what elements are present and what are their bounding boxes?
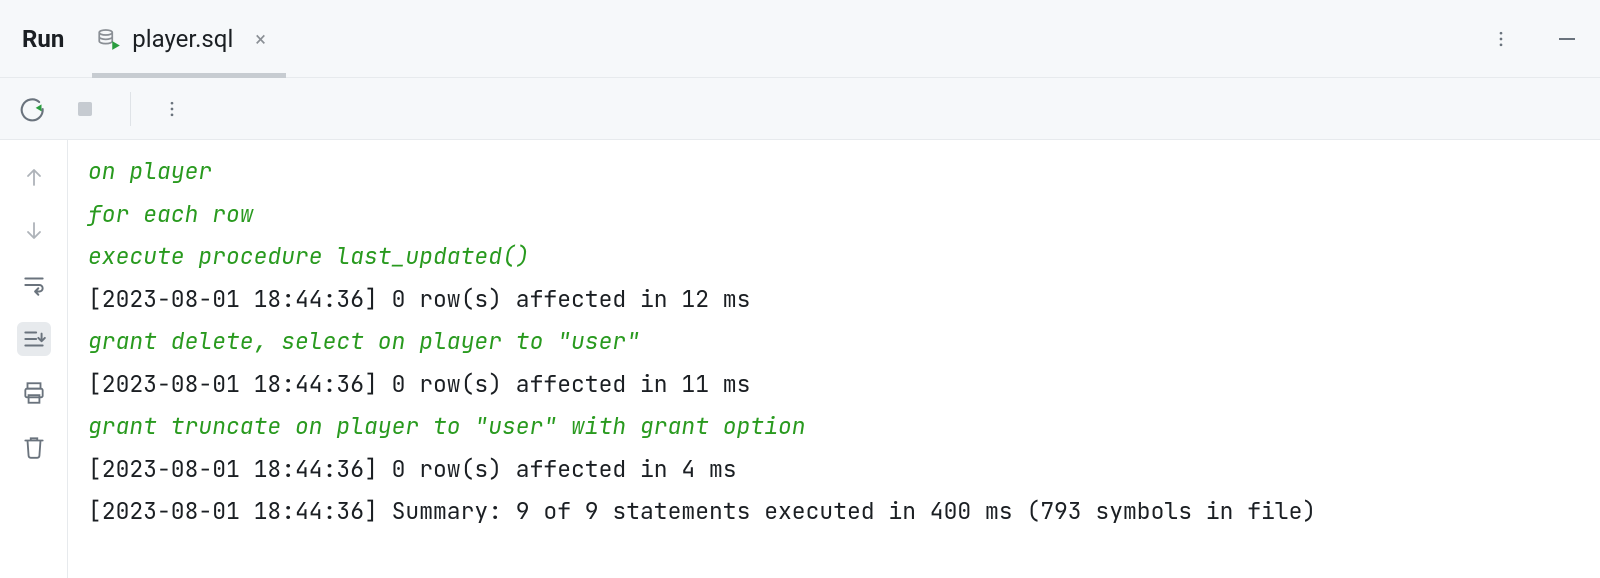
active-tab-indicator xyxy=(92,73,286,78)
sql-line: on player xyxy=(88,150,1580,193)
tab-label: player.sql xyxy=(132,25,233,53)
arrow-up-icon[interactable] xyxy=(17,160,51,194)
tool-window-header: Run player.sql × xyxy=(0,0,1600,78)
tool-window-title: Run xyxy=(0,25,64,53)
more-icon[interactable] xyxy=(1484,22,1518,56)
close-icon[interactable]: × xyxy=(255,27,266,51)
toolbar-separator xyxy=(130,92,131,126)
sql-line: grant delete, select on player to "user" xyxy=(88,320,1580,363)
sql-line: for each row xyxy=(88,193,1580,236)
scroll-to-end-icon[interactable] xyxy=(17,322,51,356)
log-line: [2023-08-01 18:44:36] 0 row(s) affected … xyxy=(88,448,1580,491)
soft-wrap-icon[interactable] xyxy=(17,268,51,302)
print-icon[interactable] xyxy=(17,376,51,410)
log-line: [2023-08-01 18:44:36] Summary: 9 of 9 st… xyxy=(88,490,1580,533)
sql-line: execute procedure last_updated() xyxy=(88,235,1580,278)
side-toolbar xyxy=(0,140,68,578)
tab-player-sql[interactable]: player.sql × xyxy=(92,0,286,77)
arrow-down-icon[interactable] xyxy=(17,214,51,248)
stop-icon[interactable] xyxy=(68,92,102,126)
sql-file-icon xyxy=(96,26,122,52)
trash-icon[interactable] xyxy=(17,430,51,464)
minimize-icon[interactable] xyxy=(1550,22,1584,56)
rerun-icon[interactable] xyxy=(14,92,48,126)
log-line: [2023-08-01 18:44:36] 0 row(s) affected … xyxy=(88,278,1580,321)
sql-line: grant truncate on player to "user" with … xyxy=(88,405,1580,448)
log-line: [2023-08-01 18:44:36] 0 row(s) affected … xyxy=(88,363,1580,406)
toolbar xyxy=(0,78,1600,140)
console-output[interactable]: on playerfor each rowexecute procedure l… xyxy=(68,140,1600,578)
more-icon[interactable] xyxy=(155,92,189,126)
